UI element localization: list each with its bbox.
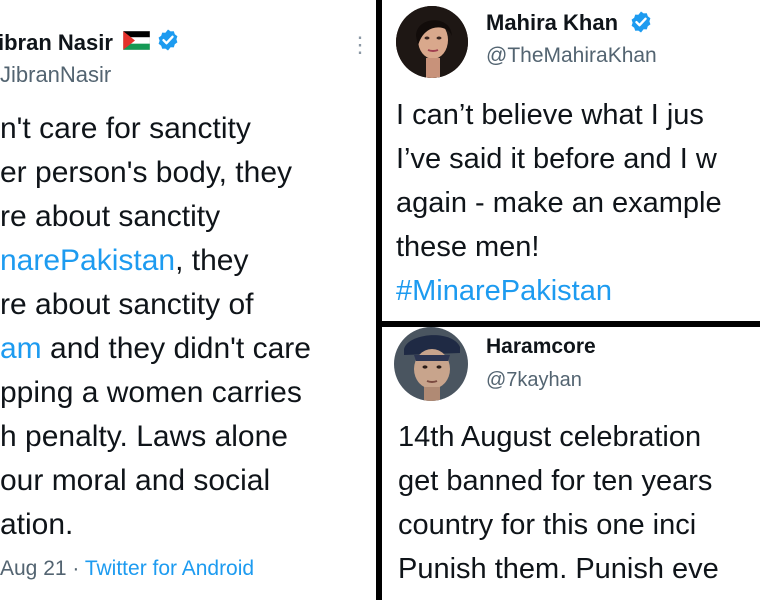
tweet-text-segment: our moral and social — [0, 464, 271, 497]
author-handle[interactable]: JibranNasir — [0, 62, 111, 88]
tweet-text-segment: , they — [175, 244, 249, 277]
tweet-text-line: country for this one inci — [398, 503, 719, 547]
tweet-text-segment: get banned for ten years — [398, 465, 713, 497]
tweet-card-right-top: Mahira Khan @TheMahiraKhan I can’t belie… — [382, 0, 760, 321]
tweet-text-segment: re about sanctity of — [0, 288, 254, 321]
tweet-text-line: #MinarePakistan — [396, 269, 722, 313]
tweet-text-line: I can’t believe what I jus — [396, 93, 722, 137]
tweet-text: 14th August celebration get banned for te… — [398, 415, 719, 591]
hashtag-link[interactable]: #MinarePakistan — [396, 275, 612, 307]
author-name[interactable]: Mahira Khan — [486, 10, 618, 36]
tweet-text-segment: h penalty. Laws alone — [0, 420, 288, 453]
author-handle[interactable]: @TheMahiraKhan — [486, 44, 657, 68]
tweet-date[interactable]: Aug 21 · — [0, 557, 85, 580]
tweet-text-segment: Punish them. Punish eve — [398, 553, 719, 585]
author-name[interactable]: ibran Nasir — [0, 30, 113, 56]
tweet-text-line: narePakistan, they — [0, 239, 311, 283]
tweet-text-segment: again - make an example — [396, 187, 722, 219]
hashtag-link[interactable]: am — [0, 332, 42, 365]
tweet-text-line: n't care for sanctity — [0, 107, 311, 151]
tweet-text: n't care for sanctity er person's body, t… — [0, 107, 311, 547]
tweet-text-segment: 14th August celebration — [398, 421, 702, 453]
tweet-text-line: h penalty. Laws alone — [0, 415, 311, 459]
palestine-flag-icon — [122, 30, 151, 51]
tweet-footer: Aug 21 · Twitter for Android — [0, 557, 254, 581]
tweet-text-line: re about sanctity — [0, 195, 311, 239]
tweet-text-line: 14th August celebration — [398, 415, 719, 459]
verified-badge-icon — [629, 10, 653, 34]
avatar[interactable] — [396, 6, 468, 78]
tweet-text-line: re about sanctity of — [0, 283, 311, 327]
verified-badge-icon — [156, 28, 180, 52]
tweet-text-line: am and they didn't care — [0, 327, 311, 371]
tweet-text-segment: ation. — [0, 508, 74, 541]
author-handle[interactable]: @7kayhan — [486, 369, 582, 392]
more-options-icon[interactable]: ⋮ — [349, 34, 371, 56]
tweet-card-right-bottom: Haramcore @7kayhan 14th August celebrati… — [382, 327, 760, 600]
tweet-text-segment: n't care for sanctity — [0, 112, 251, 145]
tweet-text-segment: I can’t believe what I jus — [396, 99, 704, 131]
tweet-text-segment: I’ve said it before and I w — [396, 143, 717, 175]
tweet-text-line: Punish them. Punish eve — [398, 547, 719, 591]
avatar[interactable] — [394, 327, 468, 401]
tweet-source-link[interactable]: Twitter for Android — [85, 557, 254, 580]
tweet-text-line: get banned for ten years — [398, 459, 719, 503]
tweet-text-segment: country for this one inci — [398, 509, 697, 541]
author-name[interactable]: Haramcore — [486, 335, 596, 359]
tweet-text-segment: er person's body, they — [0, 156, 293, 189]
hashtag-link[interactable]: narePakistan — [0, 244, 175, 277]
tweet-text-segment: pping a women carries — [0, 376, 302, 409]
tweet-text: I can’t believe what I jus I’ve said it b… — [396, 93, 722, 313]
tweet-text-line: pping a women carries — [0, 371, 311, 415]
tweet-text-segment: and they didn't care — [41, 332, 311, 365]
tweet-text-line: our moral and social — [0, 459, 311, 503]
tweet-card-left: ibran Nasir ⋮ JibranNasir n't care for s… — [0, 0, 376, 600]
tweet-text-line: I’ve said it before and I w — [396, 137, 722, 181]
tweet-text-segment: re about sanctity — [0, 200, 221, 233]
tweet-text-line: these men! — [396, 225, 722, 269]
tweet-text-line: er person's body, they — [0, 151, 311, 195]
tweet-text-segment: these men! — [396, 231, 540, 263]
tweet-text-line: ation. — [0, 503, 311, 547]
tweet-text-line: again - make an example — [396, 181, 722, 225]
